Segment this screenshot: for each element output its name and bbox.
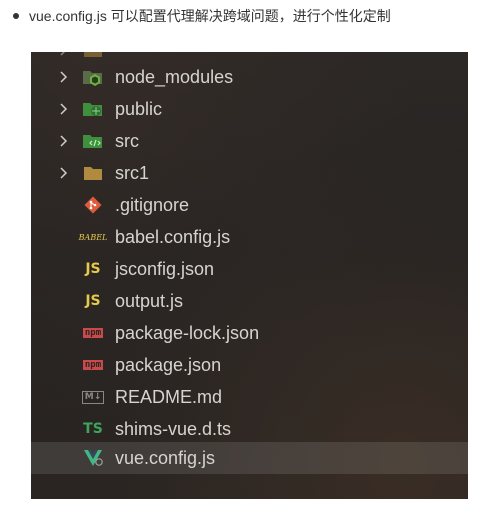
tree-item-jsconfig[interactable]: JS jsconfig.json: [31, 253, 468, 285]
tree-item-readme[interactable]: M↓ README.md: [31, 381, 468, 413]
tree-item-label: vue.config.js: [115, 447, 216, 468]
tree-item-label: package.json: [115, 354, 222, 375]
folder-icon: [81, 52, 105, 60]
folder-node-icon: [81, 67, 105, 87]
js-icon: JS: [85, 293, 101, 309]
tree-item-src1[interactable]: src1: [31, 157, 468, 189]
typescript-icon: TS: [83, 421, 103, 437]
tree-item-label: src: [115, 130, 139, 151]
tree-item-label: output.js: [115, 290, 184, 311]
folder-src-icon: [81, 131, 105, 151]
tree-item-label: package-lock.json: [115, 322, 260, 343]
git-icon: [81, 195, 105, 215]
tree-item-public[interactable]: public: [31, 93, 468, 125]
tree-item-label: src1: [115, 162, 150, 183]
folder-icon: [81, 163, 105, 183]
tree-item-package-json[interactable]: npm package.json: [31, 349, 468, 381]
tree-item-package-lock[interactable]: npm package-lock.json: [31, 317, 468, 349]
tree-item-label: babel.config.js: [115, 226, 231, 247]
tree-item-node-modules[interactable]: node_modules: [31, 61, 468, 93]
chevron-right-icon[interactable]: [55, 167, 73, 179]
folder-public-icon: [81, 99, 105, 119]
tree-item-label: shims-vue.d.ts: [115, 418, 232, 439]
tree-item-src[interactable]: src: [31, 125, 468, 157]
tree-item-label: public: [115, 98, 163, 119]
js-config-icon: JS: [85, 261, 101, 277]
tree-item-label: jsconfig.json: [115, 258, 215, 279]
caption-text: vue.config.js 可以配置代理解决跨域问题，进行个性化定制: [29, 8, 391, 24]
tree-item-label: README.md: [115, 386, 223, 407]
npm-icon: npm: [82, 328, 104, 338]
babel-icon: BABEL: [78, 232, 108, 242]
chevron-right-icon[interactable]: [55, 71, 73, 83]
tree-item-vue-config[interactable]: vue.config.js: [31, 442, 468, 474]
file-explorer: node_modules public src src1 .gitignore …: [31, 52, 468, 499]
caption-line: vue.config.js 可以配置代理解决跨域问题，进行个性化定制: [10, 5, 480, 27]
tree-item-shims-vue[interactable]: TS shims-vue.d.ts: [31, 413, 468, 445]
chevron-right-icon: [55, 52, 73, 56]
chevron-right-icon[interactable]: [55, 135, 73, 147]
chevron-right-icon[interactable]: [55, 103, 73, 115]
npm-icon: npm: [82, 360, 104, 370]
tree-item-label: .gitignore: [115, 194, 190, 215]
tree-item-babel-config[interactable]: BABEL babel.config.js: [31, 221, 468, 253]
tree-item-output-js[interactable]: JS output.js: [31, 285, 468, 317]
markdown-icon: M↓: [81, 387, 105, 407]
tree-item-label: node_modules: [115, 66, 234, 87]
vue-icon: [81, 448, 105, 468]
bullet-dot: [13, 13, 19, 19]
tree-item-gitignore[interactable]: .gitignore: [31, 189, 468, 221]
